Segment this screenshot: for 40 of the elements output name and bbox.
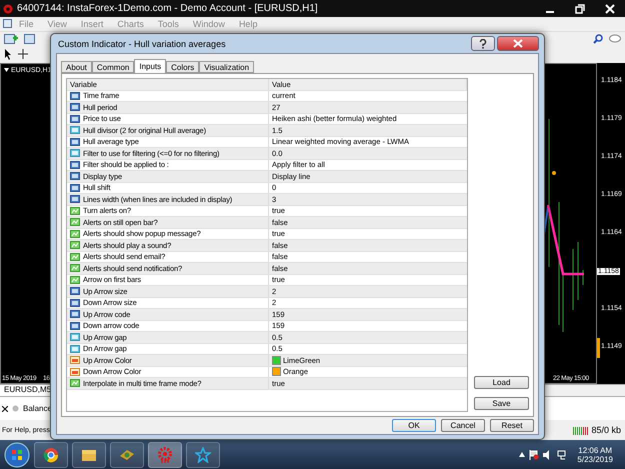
close-icon[interactable] xyxy=(2,406,8,412)
price-marker xyxy=(597,338,600,358)
flag-icon[interactable] xyxy=(529,450,540,460)
help-icon[interactable] xyxy=(479,38,487,48)
help-button[interactable] xyxy=(471,36,495,51)
star-taskbar-button[interactable] xyxy=(186,442,220,468)
folder-taskbar-button[interactable] xyxy=(72,442,106,468)
star-icon[interactable] xyxy=(195,446,211,463)
dialog-button[interactable]: OK xyxy=(392,419,436,432)
restore-icon[interactable] xyxy=(575,4,585,14)
tray-arrow-icon[interactable] xyxy=(519,452,526,458)
search-icon[interactable] xyxy=(593,34,603,44)
dialog-button[interactable]: Reset xyxy=(490,419,534,432)
connection-bars-icon xyxy=(573,426,590,435)
dialog-title: Custom Indicator - Hull variation averages xyxy=(58,38,227,48)
chat-icon[interactable] xyxy=(609,34,621,44)
network-icon[interactable] xyxy=(557,450,568,460)
chart-window-icon[interactable] xyxy=(3,19,12,28)
crosshair-icon[interactable] xyxy=(18,49,28,60)
clock[interactable]: 12:06 AM 5/23/2019 xyxy=(571,446,625,464)
tab[interactable]: About xyxy=(61,61,92,73)
traffic-text: 85/0 kb xyxy=(591,425,621,436)
side-button[interactable]: Save xyxy=(474,397,529,410)
window-title: 64007144: InstaForex-1Demo.com - Demo Account - [EURUSD,H1] xyxy=(17,3,319,14)
tab[interactable]: Colors xyxy=(166,61,200,73)
book-taskbar-button[interactable] xyxy=(110,442,144,468)
browser-taskbar-button[interactable] xyxy=(34,442,68,468)
close-button[interactable] xyxy=(497,36,539,51)
new-chart-icon[interactable] xyxy=(4,33,18,46)
start-button[interactable] xyxy=(4,442,30,468)
gear-taskbar-button[interactable] xyxy=(148,442,182,468)
tab[interactable]: Common xyxy=(92,61,134,73)
side-button[interactable]: Load xyxy=(474,376,529,389)
tab[interactable]: Visualization xyxy=(199,61,254,73)
dialog-button[interactable]: Cancel xyxy=(441,419,485,432)
browser-icon[interactable] xyxy=(43,446,59,463)
tab[interactable]: Inputs xyxy=(134,59,166,73)
cursor-icon[interactable] xyxy=(4,48,12,60)
dropdown-icon[interactable] xyxy=(4,68,9,72)
folder-icon[interactable] xyxy=(81,448,97,462)
